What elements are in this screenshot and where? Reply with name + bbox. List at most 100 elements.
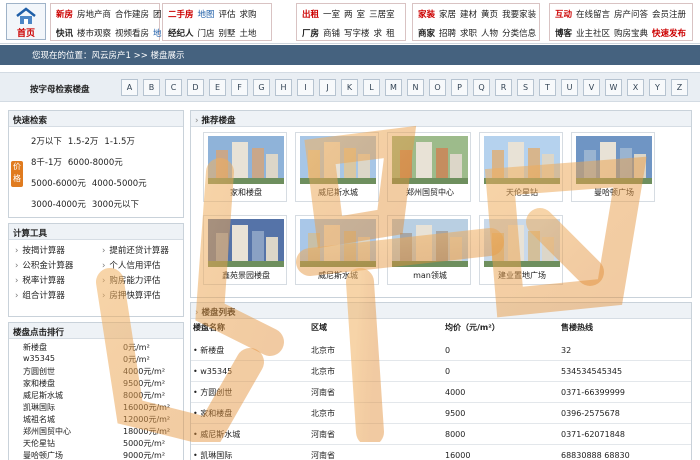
nav-link[interactable]: 别墅 xyxy=(219,27,236,42)
table-cell-name[interactable]: • w35345 xyxy=(193,364,232,379)
alpha-letter-button[interactable]: Q xyxy=(473,79,490,96)
alpha-letter-button[interactable]: X xyxy=(627,79,644,96)
alpha-letter-button[interactable]: Y xyxy=(649,79,666,96)
property-photo[interactable] xyxy=(300,136,376,184)
nav-link[interactable]: 经纪人 xyxy=(168,27,194,42)
alpha-letter-button[interactable]: S xyxy=(517,79,534,96)
price-range-link[interactable]: 2万以下 xyxy=(31,137,62,147)
nav-link[interactable]: 土地 xyxy=(240,27,257,42)
nav-link[interactable]: 门店 xyxy=(198,27,215,42)
nav-link[interactable]: 二手房 xyxy=(168,8,194,23)
alpha-letter-button[interactable]: M xyxy=(385,79,402,96)
table-cell-name[interactable]: • 凯琳国际 xyxy=(193,448,232,460)
alpha-letter-button[interactable]: D xyxy=(187,79,204,96)
nav-link[interactable]: 楼市观察 xyxy=(77,27,111,42)
rank-item-name[interactable]: 方圆创世 xyxy=(23,366,55,377)
nav-link[interactable]: 黄页 xyxy=(481,8,498,23)
property-card[interactable]: 家和楼盘 xyxy=(203,132,287,202)
nav-link[interactable]: 快速发布 xyxy=(652,27,686,42)
property-photo[interactable] xyxy=(300,219,376,267)
property-card[interactable]: 威尼斯水城 xyxy=(295,132,379,202)
home-button[interactable]: 首页 xyxy=(6,3,46,40)
rank-item-name[interactable]: w35345 xyxy=(23,354,55,363)
alpha-letter-button[interactable]: T xyxy=(539,79,556,96)
alpha-letter-button[interactable]: J xyxy=(319,79,336,96)
rank-item-name[interactable]: 曼哈顿广场 xyxy=(23,450,63,460)
nav-link[interactable]: 写字楼 xyxy=(344,27,370,42)
alpha-letter-button[interactable]: Z xyxy=(671,79,688,96)
alpha-letter-button[interactable]: E xyxy=(209,79,226,96)
nav-link[interactable]: 两 xyxy=(344,8,353,23)
nav-link[interactable]: 业主社区 xyxy=(576,27,610,42)
nav-link[interactable]: 在线留言 xyxy=(576,8,610,23)
tool-link[interactable]: 个人信用评估 xyxy=(96,259,183,271)
property-name[interactable]: 鑫苑景园楼盘 xyxy=(204,270,288,281)
alpha-letter-button[interactable]: O xyxy=(429,79,446,96)
property-card[interactable]: 威尼斯水城 xyxy=(295,215,379,285)
property-name[interactable]: man领城 xyxy=(388,270,472,281)
property-photo[interactable] xyxy=(484,219,560,267)
rank-item-name[interactable]: 威尼斯水城 xyxy=(23,390,63,401)
property-name-link[interactable]: 新楼盘 xyxy=(200,346,224,355)
rank-item-name[interactable]: 凯琳国际 xyxy=(23,402,55,413)
price-range-link[interactable]: 5000-6000元 xyxy=(31,179,86,189)
tool-link[interactable]: 按揭计算器 xyxy=(9,244,96,256)
nav-link[interactable]: 互动 xyxy=(555,8,572,23)
property-photo[interactable] xyxy=(208,136,284,184)
alpha-letter-button[interactable]: R xyxy=(495,79,512,96)
tool-link[interactable]: 房押快算评估 xyxy=(96,289,183,301)
property-card[interactable]: 鑫苑景园楼盘 xyxy=(203,215,287,285)
nav-link[interactable]: 合作建房 xyxy=(115,8,149,23)
property-photo[interactable] xyxy=(392,219,468,267)
nav-link[interactable]: 博客 xyxy=(555,27,572,42)
property-name-link[interactable]: 凯琳国际 xyxy=(200,451,232,460)
property-name[interactable]: 曼哈顿广场 xyxy=(572,187,656,198)
alpha-letter-button[interactable]: N xyxy=(407,79,424,96)
nav-link[interactable]: 三居室 xyxy=(369,8,395,23)
alpha-letter-button[interactable]: W xyxy=(605,79,622,96)
nav-link[interactable]: 房地产商 xyxy=(77,8,111,23)
property-name-link[interactable]: 威尼斯水城 xyxy=(200,430,240,439)
nav-link[interactable]: 商铺 xyxy=(323,27,340,42)
property-photo[interactable] xyxy=(392,136,468,184)
alpha-letter-button[interactable]: B xyxy=(143,79,160,96)
property-card[interactable]: 天伦星钻 xyxy=(479,132,563,202)
property-name-link[interactable]: 方圆创世 xyxy=(200,388,232,397)
tool-link[interactable]: 税率计算器 xyxy=(9,274,96,286)
nav-link[interactable]: 厂房 xyxy=(302,27,319,42)
nav-link[interactable]: 求 xyxy=(374,27,383,42)
nav-link[interactable]: 我要家装 xyxy=(502,8,536,23)
property-name-link[interactable]: w35345 xyxy=(200,367,232,376)
price-range-link[interactable]: 1.5-2万 xyxy=(68,137,99,147)
rank-item-name[interactable]: 城祖名城 xyxy=(23,414,55,425)
table-cell-name[interactable]: • 新楼盘 xyxy=(193,343,224,358)
property-name-link[interactable]: 家和楼盘 xyxy=(200,409,232,418)
property-card[interactable]: 建业置地广场 xyxy=(479,215,563,285)
nav-link[interactable]: 出租 xyxy=(302,8,319,23)
rank-item-name[interactable]: 郑州国贸中心 xyxy=(23,426,71,437)
property-card[interactable]: 郑州国贸中心 xyxy=(387,132,471,202)
alpha-letter-button[interactable]: F xyxy=(231,79,248,96)
price-range-link[interactable]: 6000-8000元 xyxy=(68,158,123,168)
table-cell-name[interactable]: • 家和楼盘 xyxy=(193,406,232,421)
property-name[interactable]: 威尼斯水城 xyxy=(296,270,380,281)
property-photo[interactable] xyxy=(576,136,652,184)
price-range-link[interactable]: 4000-5000元 xyxy=(92,179,147,189)
price-range-link[interactable]: 1-1.5万 xyxy=(104,137,135,147)
tool-link[interactable]: 购房能力评估 xyxy=(96,274,183,286)
alpha-letter-button[interactable]: L xyxy=(363,79,380,96)
alpha-letter-button[interactable]: U xyxy=(561,79,578,96)
nav-link[interactable]: 购房宝典 xyxy=(614,27,648,42)
nav-link[interactable]: 家居 xyxy=(439,8,456,23)
nav-link[interactable]: 室 xyxy=(357,8,366,23)
property-photo[interactable] xyxy=(208,219,284,267)
nav-link[interactable]: 评估 xyxy=(219,8,236,23)
alpha-letter-button[interactable]: P xyxy=(451,79,468,96)
tool-link[interactable]: 提前还贷计算器 xyxy=(96,244,183,256)
nav-link[interactable]: 一室 xyxy=(323,8,340,23)
nav-link[interactable]: 求职 xyxy=(460,27,477,42)
alpha-letter-button[interactable]: K xyxy=(341,79,358,96)
nav-link[interactable]: 地图 xyxy=(198,8,215,23)
nav-link[interactable]: 分类信息 xyxy=(502,27,536,42)
alpha-letter-button[interactable]: H xyxy=(275,79,292,96)
